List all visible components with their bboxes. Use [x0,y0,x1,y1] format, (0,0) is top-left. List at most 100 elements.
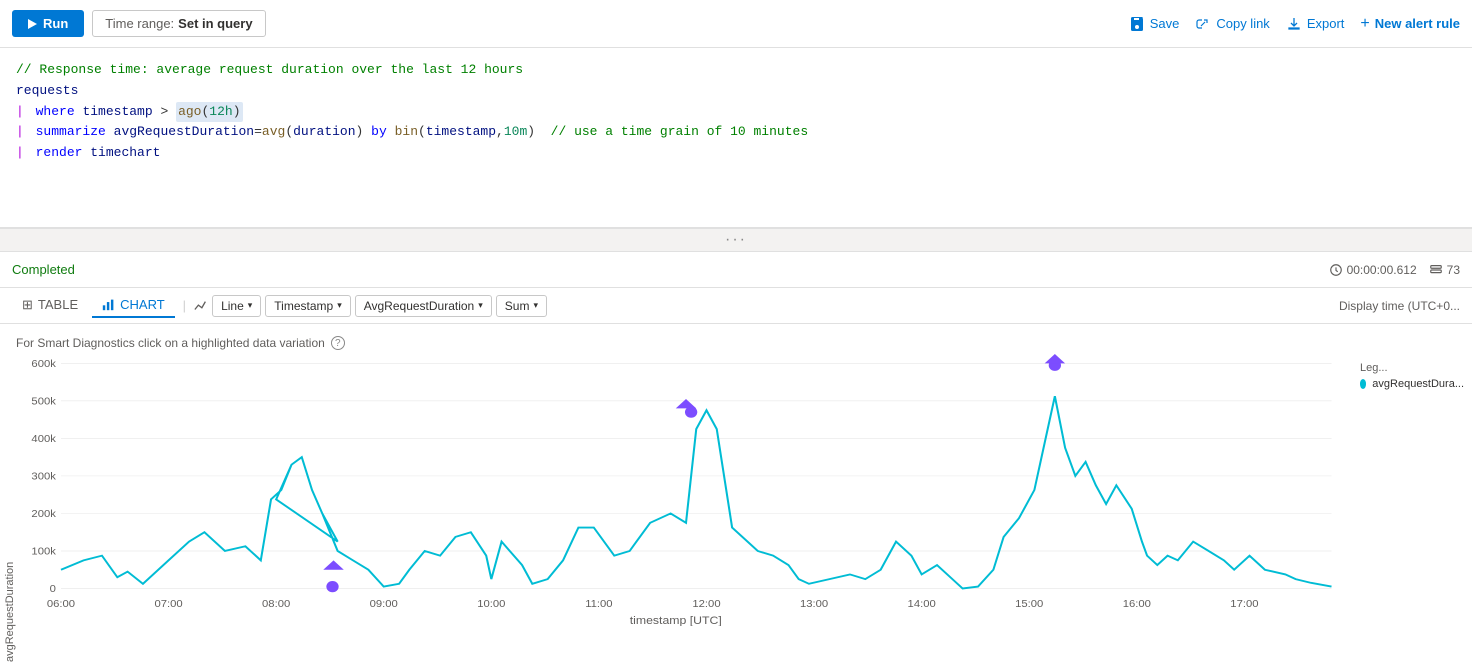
sum-label: Sum [505,299,530,313]
svg-text:200k: 200k [31,509,56,520]
query-10m: 10m [504,122,527,143]
svg-text:400k: 400k [31,434,56,445]
save-icon [1129,16,1145,32]
info-icon[interactable]: ? [331,336,345,350]
new-alert-button[interactable]: + New alert rule [1360,15,1460,33]
toolbar-actions: Save Copy link Export + New alert rule [1129,15,1460,33]
svg-text:13:00: 13:00 [800,599,828,610]
svg-text:100k: 100k [31,546,56,557]
query-duration-field: duration [293,122,355,143]
line-label: Line [221,299,244,313]
chart-toolbar: ⊞ TABLE CHART | Line ▾ Timestamp ▾ AvgRe… [0,288,1472,324]
plus-icon: + [1360,15,1369,33]
query-timechart: timechart [90,143,160,164]
svg-text:17:00: 17:00 [1230,599,1258,610]
copy-link-button[interactable]: Copy link [1195,16,1269,32]
resize-dots: ··· [725,231,747,249]
new-alert-label: New alert rule [1375,16,1460,31]
avg-label: AvgRequestDuration [364,299,475,313]
display-time: Display time (UTC+0... [1339,299,1460,313]
export-icon [1286,16,1302,32]
chart-inner: 600k 500k 400k 300k 200k 100k 0 06:00 07… [20,354,1352,662]
sum-dropdown[interactable]: Sum ▾ [496,295,547,317]
copy-link-icon [1195,16,1211,32]
table-icon: ⊞ [22,297,33,313]
table-tab[interactable]: ⊞ TABLE [12,293,88,319]
query-field-timestamp: timestamp [82,102,152,123]
query-line-render: | render timechart [16,143,1456,164]
results-bar: Completed 00:00:00.612 73 [0,252,1472,288]
chart-svg: 600k 500k 400k 300k 200k 100k 0 06:00 07… [20,354,1352,626]
svg-text:600k: 600k [31,359,56,370]
query-line3-comment: // use a time grain of 10 minutes [551,122,808,143]
time-range-button[interactable]: Time range: Set in query [92,10,265,37]
query-pipe-1: | [16,102,24,123]
smart-diag-text: For Smart Diagnostics click on a highlig… [16,336,325,350]
svg-text:14:00: 14:00 [908,599,936,610]
query-by-keyword: by [371,122,387,143]
query-editor[interactable]: // Response time: average request durati… [0,48,1472,228]
query-ts-field: timestamp [426,122,496,143]
line-chart-icon [194,299,208,313]
svg-text:10:00: 10:00 [477,599,505,610]
query-where-keyword: where [36,102,75,123]
timestamp-chevron: ▾ [337,300,342,311]
svg-text:09:00: 09:00 [370,599,398,610]
legend-label-avg: avgRequestDura... [1372,378,1464,390]
rows-icon [1429,263,1443,277]
avg-dropdown[interactable]: AvgRequestDuration ▾ [355,295,492,317]
timestamp-dropdown[interactable]: Timestamp ▾ [265,295,350,317]
svg-text:11:00: 11:00 [585,599,612,610]
chart-area: For Smart Diagnostics click on a highlig… [0,324,1472,668]
chart-container: avgRequestDuration 600k 500k 400k 300k 2… [0,354,1472,662]
save-label: Save [1150,16,1180,31]
query-pipe-2: | [16,122,24,143]
query-avg-expr: avgRequestDuration [114,122,254,143]
svg-text:06:00: 06:00 [47,599,75,610]
line-dropdown[interactable]: Line ▾ [212,295,261,317]
legend-dot-avg [1360,379,1366,389]
save-button[interactable]: Save [1129,16,1180,32]
rows-meta: 73 [1429,263,1460,277]
row-count: 73 [1447,263,1460,277]
duration-meta: 00:00:00.612 [1329,263,1417,277]
smart-diagnostics-bar: For Smart Diagnostics click on a highlig… [0,332,1472,354]
svg-text:08:00: 08:00 [262,599,290,610]
query-pipe-3: | [16,143,24,164]
timestamp-label: Timestamp [274,299,333,313]
svg-text:300k: 300k [31,471,56,482]
query-line-table: requests [16,81,1456,102]
query-comment: // Response time: average request durati… [16,60,523,81]
time-range-label: Time range: [105,16,174,31]
export-button[interactable]: Export [1286,16,1345,32]
query-line-where: | where timestamp > ago(12h) [16,102,1456,123]
y-axis-label: avgRequestDuration [0,354,20,662]
query-bin-fn: bin [395,122,418,143]
chart-label: CHART [120,297,165,312]
legend-item-avg: avgRequestDura... [1360,378,1464,390]
svg-text:15:00: 15:00 [1015,599,1043,610]
sum-chevron: ▾ [533,300,538,311]
resize-handle[interactable]: ··· [0,228,1472,252]
query-render-keyword: render [36,143,83,164]
svg-text:07:00: 07:00 [154,599,182,610]
query-line-comment: // Response time: average request durati… [16,60,1456,81]
query-ago-fn: ago(12h) [176,102,242,123]
legend-area: Leg... avgRequestDura... [1352,354,1472,662]
chart-tab[interactable]: CHART [92,293,175,318]
query-line-summarize: | summarize avgRequestDuration = avg ( d… [16,122,1456,143]
query-table: requests [16,81,78,102]
chart-icon [102,298,115,311]
svg-text:timestamp [UTC]: timestamp [UTC] [630,615,722,626]
legend-title: Leg... [1360,362,1464,374]
query-avg-fn: avg [262,122,285,143]
clock-icon [1329,263,1343,277]
svg-text:500k: 500k [31,396,56,407]
export-label: Export [1307,16,1345,31]
svg-text:12:00: 12:00 [692,599,720,610]
copy-link-label: Copy link [1216,16,1269,31]
results-meta: 00:00:00.612 73 [1329,263,1460,277]
query-summarize-keyword: summarize [36,122,106,143]
divider-1: | [183,298,186,313]
run-button[interactable]: Run [12,10,84,37]
